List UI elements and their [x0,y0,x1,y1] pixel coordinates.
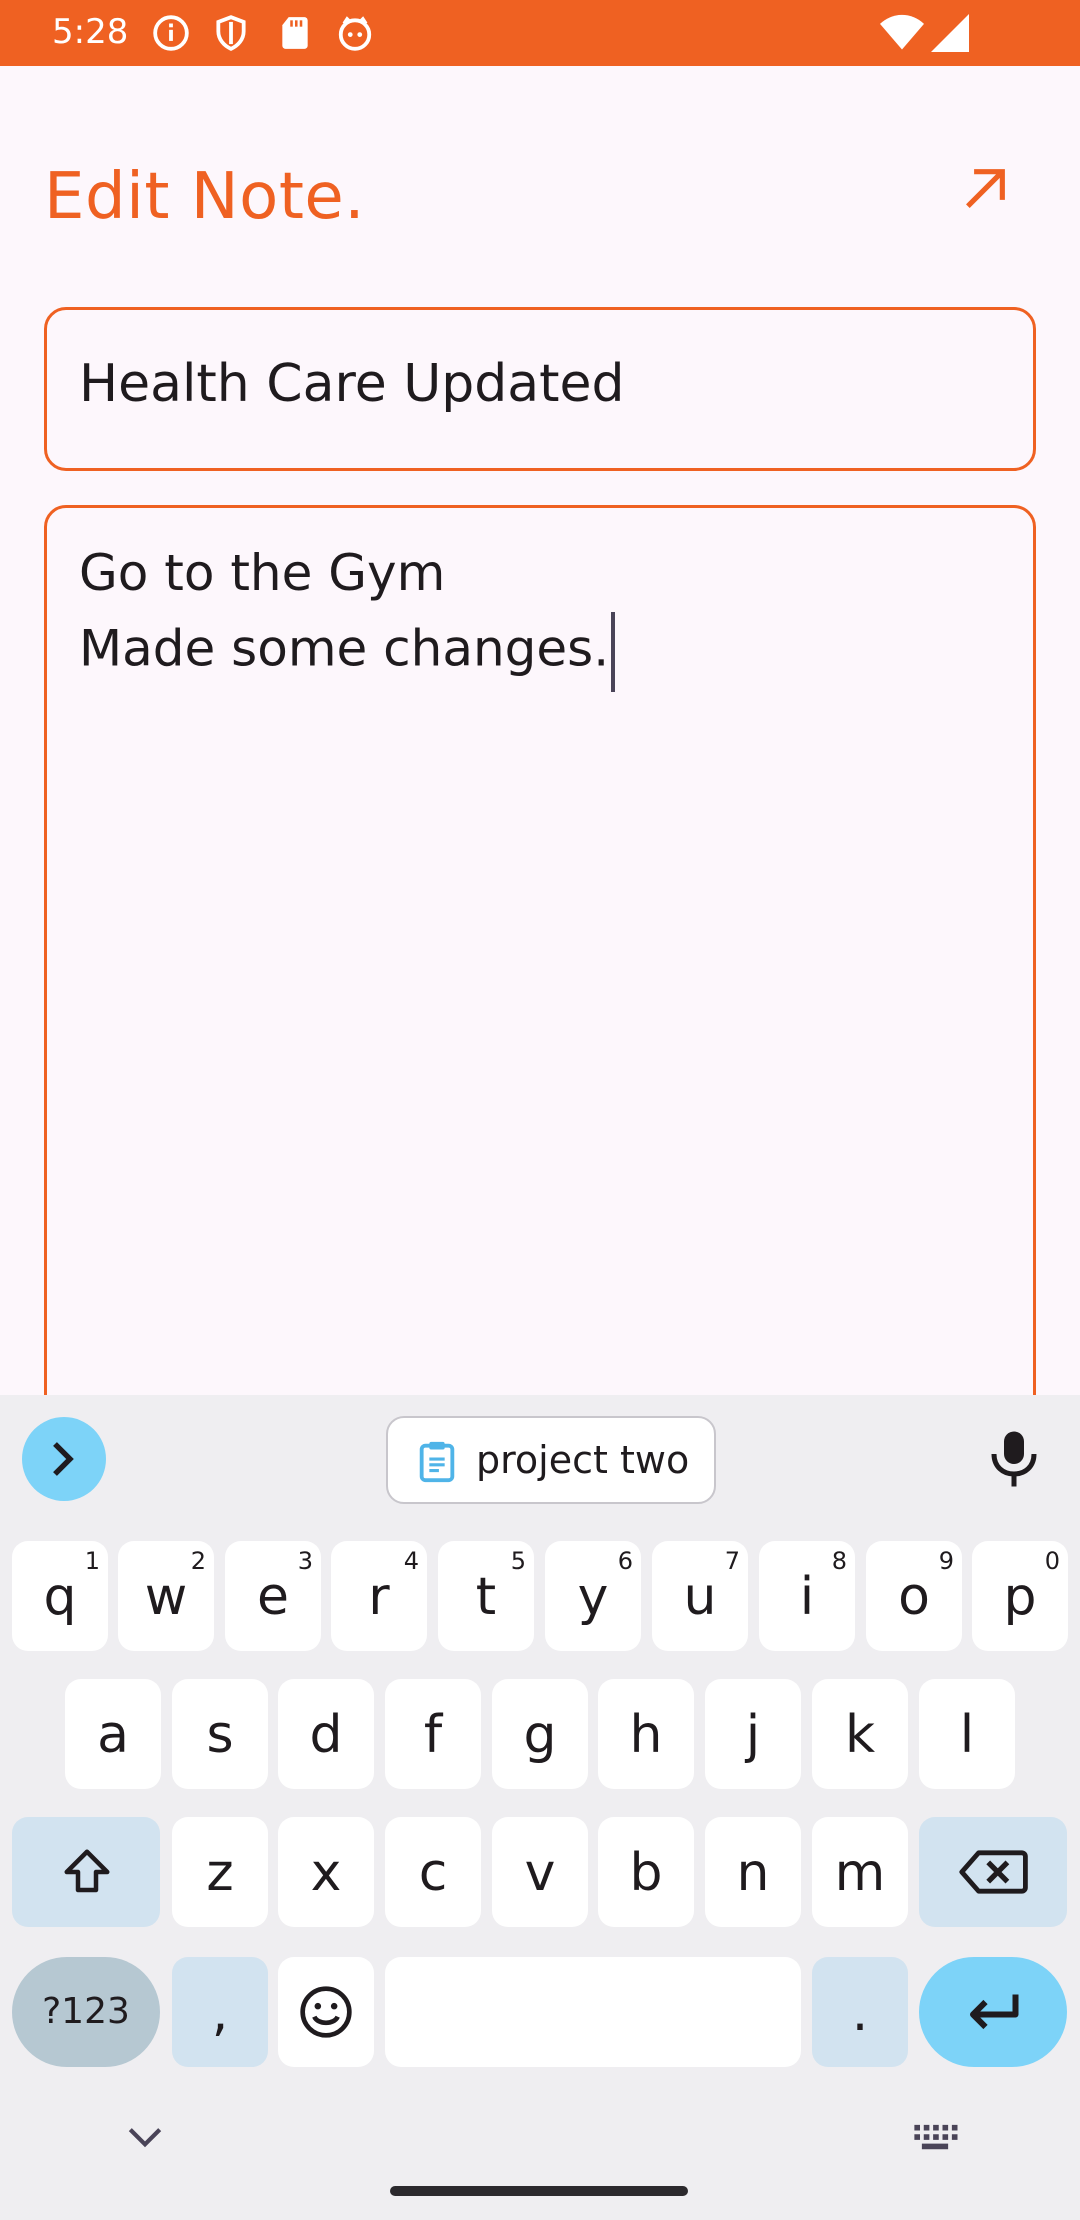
text-caret [611,612,616,692]
key-p[interactable]: p0 [972,1541,1068,1651]
key-s[interactable]: s [172,1679,268,1789]
home-indicator[interactable] [390,2186,688,2196]
keyboard-expand-button[interactable] [22,1417,106,1501]
enter-key[interactable] [919,1957,1067,2067]
key-m[interactable]: m [812,1817,908,1927]
key-n[interactable]: n [705,1817,801,1927]
clipboard-suggestion-chip[interactable]: project two [386,1416,716,1504]
key-c[interactable]: c [385,1817,481,1927]
note-title-field[interactable]: Health Care Updated [44,307,1036,471]
comma-key[interactable]: , [172,1957,268,2067]
space-key[interactable] [385,1957,801,2067]
chevron-down-icon[interactable] [124,2123,166,2153]
backspace-icon [959,1850,1028,1894]
page-title: Edit Note. [44,160,366,234]
key-v[interactable]: v [492,1817,588,1927]
microphone-icon[interactable] [988,1429,1040,1489]
note-body-line: Go to the Gym [79,544,446,602]
status-time: 5:28 [52,12,129,52]
backspace-key[interactable] [919,1817,1067,1927]
info-icon [153,15,189,51]
status-bar: 5:28 [0,0,1080,66]
key-a[interactable]: a [65,1679,161,1789]
clipboard-suggestion-label: project two [476,1438,690,1482]
key-t[interactable]: t5 [438,1541,534,1651]
key-i[interactable]: i8 [759,1541,855,1651]
key-u[interactable]: u7 [652,1541,748,1651]
shield-icon [216,15,246,51]
key-w[interactable]: w2 [118,1541,214,1651]
key-d[interactable]: d [278,1679,374,1789]
enter-icon [970,1994,1019,2030]
key-j[interactable]: j [705,1679,801,1789]
key-e[interactable]: e3 [225,1541,321,1651]
sd-card-icon [282,17,308,49]
emoji-key[interactable] [278,1957,374,2067]
chevron-right-icon [53,1442,74,1476]
wifi-icon [880,14,924,50]
emoji-icon [300,1986,352,2038]
key-y[interactable]: y6 [545,1541,641,1651]
key-f[interactable]: f [385,1679,481,1789]
shift-key[interactable] [12,1817,160,1927]
key-x[interactable]: x [278,1817,374,1927]
key-l[interactable]: l [919,1679,1015,1789]
note-body-line-with-caret: Made some changes. [79,612,616,692]
period-key[interactable]: . [812,1957,908,2067]
cat-face-icon [338,16,372,51]
note-title-value: Health Care Updated [79,354,625,414]
key-q[interactable]: q1 [12,1541,108,1651]
key-g[interactable]: g [492,1679,588,1789]
symbols-key[interactable]: ?123 [12,1957,160,2067]
key-z[interactable]: z [172,1817,268,1927]
cell-signal-icon [931,14,969,52]
key-b[interactable]: b [598,1817,694,1927]
arrow-up-right-icon[interactable] [958,160,1014,216]
shift-icon [64,1849,110,1893]
key-r[interactable]: r4 [331,1541,427,1651]
clipboard-icon [419,1441,455,1483]
key-k[interactable]: k [812,1679,908,1789]
note-body-line: Made some changes. [79,619,610,678]
key-h[interactable]: h [598,1679,694,1789]
soft-keyboard: project two q1 w2 e3 r4 t5 y6 u7 i8 o9 p… [0,1395,1080,2220]
key-o[interactable]: o9 [866,1541,962,1651]
keyboard-icon[interactable] [910,2123,960,2153]
